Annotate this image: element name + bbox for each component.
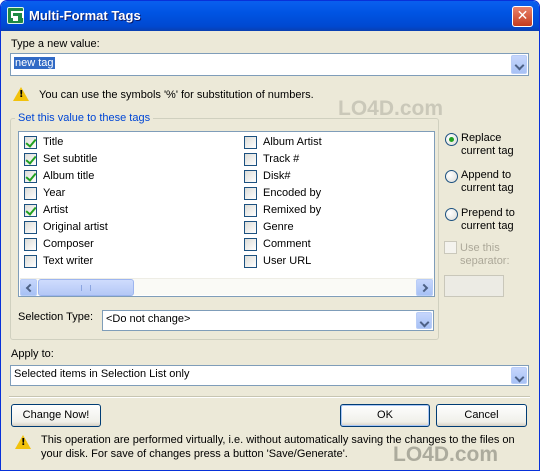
tag-label: Track #	[263, 153, 300, 165]
watermark-logo: LO4D.com	[338, 97, 444, 120]
scroll-thumb[interactable]	[38, 279, 134, 296]
tags-group-label: Set this value to these tags	[15, 112, 154, 124]
tag-label: Text writer	[43, 255, 94, 267]
chevron-down-icon[interactable]	[511, 55, 527, 74]
tags-listbox[interactable]: Title Set subtitle Album title Year Arti…	[18, 131, 435, 297]
radio-prepend-line2: current tag	[461, 220, 514, 232]
tag-label: Set subtitle	[43, 153, 98, 165]
checkbox-icon[interactable]	[24, 238, 37, 251]
warning-icon	[13, 87, 29, 101]
tag-label: Original artist	[43, 221, 108, 233]
radio-replace-line1: Replace	[461, 132, 502, 144]
scroll-left-icon[interactable]	[20, 279, 37, 296]
tag-label: Disk#	[263, 170, 291, 182]
separator-line	[9, 396, 530, 398]
checkbox-icon[interactable]	[244, 238, 257, 251]
radio-icon[interactable]	[445, 208, 458, 221]
new-value-text: new tag	[14, 57, 55, 69]
app-icon	[7, 7, 24, 24]
checkbox-icon[interactable]	[244, 255, 257, 268]
use-separator-checkbox[interactable]	[444, 241, 457, 254]
selection-type-label: Selection Type:	[18, 311, 94, 323]
radio-append-text: Append to current tag	[461, 169, 514, 195]
selection-type-dropdown[interactable]: <Do not change>	[102, 310, 434, 331]
title-bar[interactable]: Multi-Format Tags ✕	[1, 1, 539, 31]
tag-label: Album title	[43, 170, 95, 182]
checkbox-icon[interactable]	[244, 221, 257, 234]
checkbox-icon[interactable]	[244, 170, 257, 183]
chevron-down-icon[interactable]	[416, 312, 432, 329]
checkbox-icon[interactable]	[244, 136, 257, 149]
apply-to-label: Apply to:	[11, 348, 54, 360]
tag-label: Composer	[43, 238, 94, 250]
checkbox-icon[interactable]	[24, 221, 37, 234]
close-button[interactable]: ✕	[512, 6, 533, 27]
new-value-combobox[interactable]: new tag	[10, 53, 529, 76]
radio-selected-icon[interactable]	[445, 133, 458, 146]
scroll-right-icon[interactable]	[416, 279, 433, 296]
radio-append-line1: Append to	[461, 169, 512, 181]
dialog-window: Multi-Format Tags ✕ Type a new value: ne…	[0, 0, 540, 471]
checkbox-icon[interactable]	[244, 187, 257, 200]
window-title: Multi-Format Tags	[29, 8, 141, 23]
change-now-button[interactable]: Change Now!	[11, 404, 101, 427]
tag-label: User URL	[263, 255, 312, 267]
tag-label: Genre	[263, 221, 294, 233]
new-value-text-wrapper: new tag	[14, 57, 55, 69]
radio-replace-text: Replace current tag	[461, 132, 514, 158]
checkbox-icon[interactable]	[24, 187, 37, 200]
checkbox-checked-icon[interactable]	[24, 204, 37, 217]
checkbox-icon[interactable]	[24, 255, 37, 268]
cancel-button[interactable]: Cancel	[436, 404, 527, 427]
ok-button[interactable]: OK	[340, 404, 430, 427]
radio-prepend-text: Prepend to current tag	[461, 207, 515, 233]
tag-label: Year	[43, 187, 66, 199]
use-separator-label: Use this separator:	[460, 242, 510, 268]
checkbox-checked-icon[interactable]	[24, 170, 37, 183]
tag-label: Remixed by	[263, 204, 322, 216]
checkbox-checked-icon[interactable]	[24, 153, 37, 166]
radio-replace-line2: current tag	[461, 145, 514, 157]
radio-prepend-line1: Prepend to	[461, 207, 515, 219]
horizontal-scrollbar[interactable]	[20, 278, 433, 296]
apply-to-dropdown[interactable]: Selected items in Selection List only	[10, 365, 529, 386]
selection-type-value: <Do not change>	[106, 313, 191, 325]
new-value-label: Type a new value:	[11, 38, 100, 50]
checkbox-icon[interactable]	[244, 204, 257, 217]
checkbox-icon[interactable]	[244, 153, 257, 166]
tag-label: Comment	[263, 238, 311, 250]
watermark-logo-bottom: LO4D.com	[393, 443, 499, 466]
substitution-hint: You can use the symbols '%' for substitu…	[39, 89, 314, 101]
separator-line2: separator:	[460, 255, 510, 267]
tag-label: Artist	[43, 204, 69, 216]
separator-input[interactable]	[444, 275, 504, 297]
warning-icon	[15, 435, 31, 449]
tag-label: Encoded by	[263, 187, 322, 199]
radio-icon[interactable]	[445, 170, 458, 183]
checkbox-checked-icon[interactable]	[24, 136, 37, 149]
chevron-down-icon[interactable]	[511, 367, 527, 384]
radio-append-line2: current tag	[461, 182, 514, 194]
apply-to-value: Selected items in Selection List only	[14, 368, 190, 380]
tag-label: Title	[43, 136, 64, 148]
tag-label: Album Artist	[263, 136, 322, 148]
separator-line1: Use this	[460, 242, 500, 254]
